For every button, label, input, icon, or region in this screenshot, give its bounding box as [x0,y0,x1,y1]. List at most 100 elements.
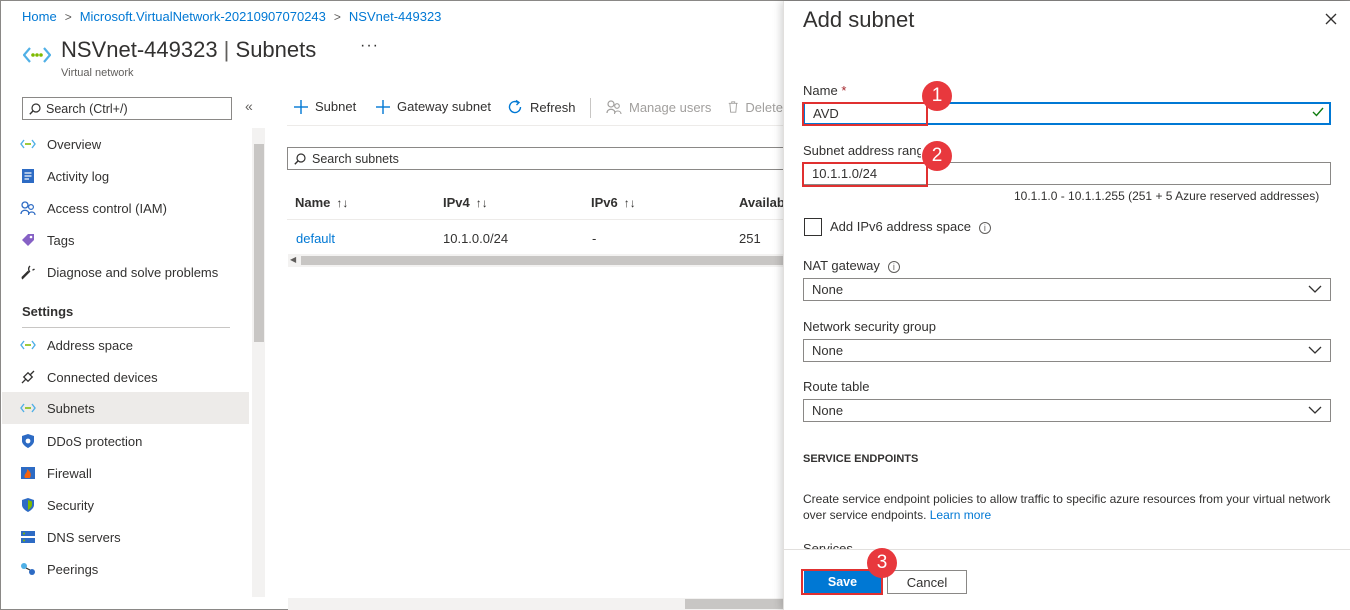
add-ipv6-label: Add IPv6 address space i [830,219,991,234]
sidebar-item-subnets[interactable]: Subnets [2,392,249,424]
sidebar-item-ddos-protection[interactable]: DDoS protection [2,425,249,457]
sidebar-item-diagnose[interactable]: Diagnose and solve problems [2,256,249,288]
nat-gateway-value: None [812,282,844,297]
annotation-highlight-range [802,162,928,187]
page-scroll-thumb[interactable] [685,599,783,609]
tag-icon [20,232,36,248]
services-label: Services [803,541,853,549]
sidebar-item-peerings[interactable]: Peerings [2,553,249,585]
sidebar-item-dns-servers[interactable]: DNS servers [2,521,249,553]
refresh-label: Refresh [530,99,576,115]
column-header-name[interactable]: Name ↑↓ [295,195,348,210]
add-subnet-label: Subnet [315,99,357,114]
sidebar-item-label: DNS servers [47,529,121,545]
learn-more-link[interactable]: Learn more [930,508,991,522]
info-icon[interactable]: i [978,221,991,234]
sidebar-item-label: Diagnose and solve problems [47,264,219,280]
more-actions-button[interactable]: ··· [360,37,379,55]
sidebar-item-overview[interactable]: Overview [2,128,249,160]
nat-gateway-select[interactable]: None [803,278,1331,301]
sidebar-search-input[interactable]: Search (Ctrl+/) [22,97,232,120]
page-title-section: Subnets [235,37,317,62]
breadcrumb-resource-group[interactable]: Microsoft.VirtualNetwork-20210907070243 [80,9,326,24]
add-gateway-subnet-label: Gateway subnet [397,99,491,114]
sidebar-item-label: Security [47,497,94,513]
sidebar-item-label: Tags [47,232,75,248]
vnet-icon [20,400,36,416]
nsg-select[interactable]: None [803,339,1331,362]
breadcrumb-vnet[interactable]: NSVnet-449323 [349,9,442,24]
column-header-label: IPv4 [443,195,470,210]
add-ipv6-checkbox[interactable] [804,218,822,236]
add-gateway-subnet-button[interactable]: Gateway subnet [376,99,491,114]
column-header-label: IPv6 [591,195,618,210]
info-icon[interactable]: i [887,260,900,273]
plug-icon [20,369,36,385]
people-icon [20,200,36,216]
manage-users-button[interactable]: Manage users [606,99,711,115]
settings-heading: Settings [22,304,74,319]
chevron-right-icon: > [64,9,72,24]
route-table-select[interactable]: None [803,399,1331,422]
peering-icon [20,561,36,577]
sort-icon: ↑↓ [475,196,488,210]
column-header-label: Available [739,195,783,210]
virtual-network-icon [23,47,51,63]
sidebar-item-firewall[interactable]: Firewall [2,457,249,489]
delete-button[interactable]: Delete [728,99,783,115]
cancel-button[interactable]: Cancel [887,570,967,594]
sidebar-item-label: Peerings [47,561,99,577]
sidebar-item-security[interactable]: Security [2,489,249,521]
table-cell-name-link[interactable]: default [296,231,335,246]
search-icon [294,152,306,165]
add-subnet-button[interactable]: Subnet [294,99,356,114]
address-range-hint: 10.1.1.0 - 10.1.1.255 (251 + 5 Azure res… [1014,189,1320,203]
table-header-divider [287,219,783,220]
table-scroll-thumb[interactable] [301,256,783,265]
sidebar-scroll-thumb[interactable] [254,144,264,342]
breadcrumb-home[interactable]: Home [22,9,57,24]
page-title-resource: NSVnet-449323 [61,37,218,62]
collapse-sidebar-button[interactable]: « [245,98,253,114]
column-header-ipv6[interactable]: IPv6 ↑↓ [591,195,636,210]
subnet-search-input[interactable]: Search subnets [287,147,787,170]
name-label-text: Name [803,83,838,98]
annotation-badge-1: 1 [922,81,952,111]
close-icon[interactable] [1323,11,1339,27]
nsg-value: None [812,343,844,358]
toolbar-divider-line [287,125,783,126]
sidebar-item-activity-log[interactable]: Activity log [2,160,249,192]
sidebar-item-connected-devices[interactable]: Connected devices [2,361,249,393]
column-header-label: Name [295,195,331,210]
refresh-button[interactable]: Refresh [507,99,576,115]
page-title: NSVnet-449323 | Subnets [61,37,317,62]
sidebar-item-tags[interactable]: Tags [2,224,249,256]
annotation-highlight-name [802,102,928,126]
service-endpoints-heading: SERVICE ENDPOINTS [803,453,919,465]
firewall-icon [20,465,36,481]
sidebar-item-label: Firewall [47,465,92,481]
panel-title: Add subnet [803,7,915,32]
chevron-down-icon [1308,406,1322,414]
chevron-down-icon [1308,346,1322,354]
column-header-available[interactable]: Available [739,195,783,210]
sidebar-item-address-space[interactable]: Address space [2,329,249,361]
required-mark: * [841,83,847,98]
column-header-ipv4[interactable]: IPv4 ↑↓ [443,195,488,210]
scroll-left-arrow-icon[interactable]: ◀ [290,255,296,264]
table-cell-ipv4: 10.1.0.0/24 [443,231,509,246]
dns-icon [20,529,36,545]
manage-users-icon [606,100,622,115]
plus-icon [294,99,308,114]
search-icon [29,102,41,115]
annotation-badge-2: 2 [922,141,952,171]
service-endpoints-description: Create service endpoint policies to allo… [803,491,1333,523]
table-cell-ipv6: - [592,231,597,246]
security-shield-icon [20,497,36,513]
service-desc-text: Create service endpoint policies to allo… [803,492,1331,522]
table-cell-available: 251 [739,231,761,246]
sidebar-item-label: Access control (IAM) [47,200,167,216]
sidebar-item-access-control[interactable]: Access control (IAM) [2,192,249,224]
sidebar-item-label: Activity log [47,168,110,184]
add-ipv6-label-text: Add IPv6 address space [830,219,971,234]
